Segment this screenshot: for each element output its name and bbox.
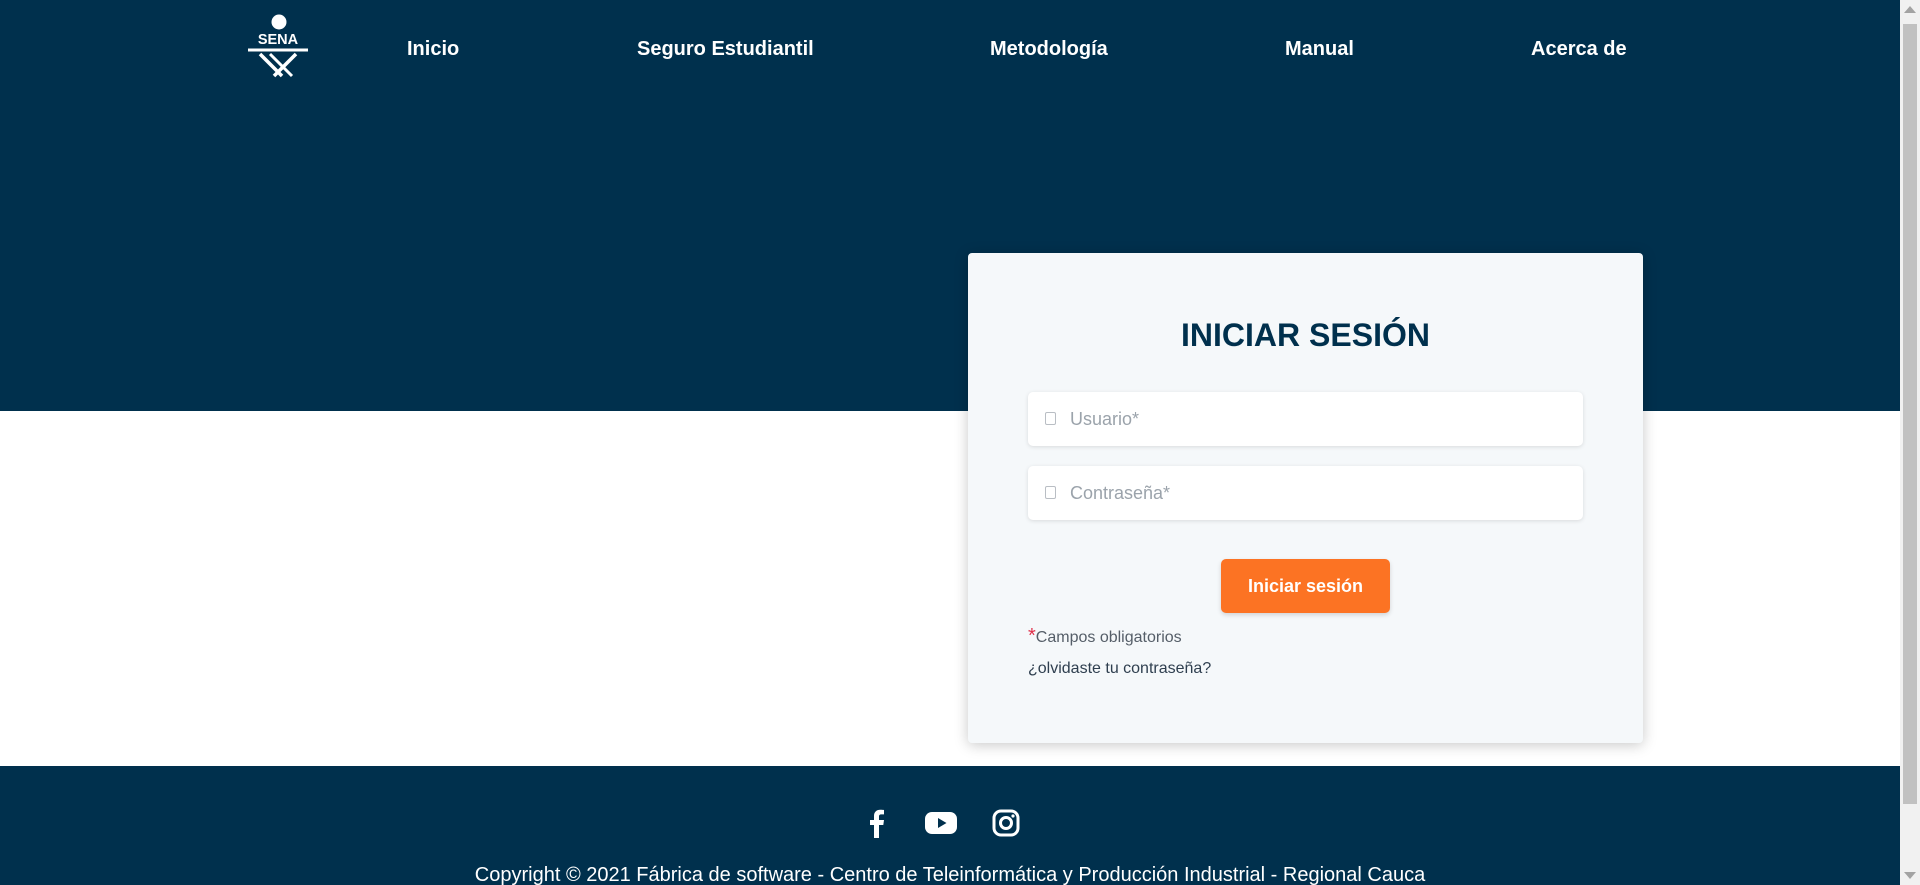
footer: Copyright © 2021 Fábrica de software - C… xyxy=(0,766,1900,885)
scroll-down-arrow-icon[interactable] xyxy=(1904,872,1916,879)
username-field[interactable] xyxy=(1028,392,1583,446)
nav-metodologia[interactable]: Metodología xyxy=(990,38,1108,61)
required-fields-note: *Campos obligatorios xyxy=(1028,625,1182,648)
required-star: * xyxy=(1028,625,1036,647)
nav-acerca-de[interactable]: Acerca de xyxy=(1531,38,1627,61)
login-card: INICIAR SESIÓN Iniciar sesión *Campos ob… xyxy=(968,253,1643,743)
copyright-text: Copyright © 2021 Fábrica de software - C… xyxy=(474,864,1426,885)
sena-logo[interactable]: SENA xyxy=(244,14,312,78)
lock-icon xyxy=(1045,486,1056,499)
instagram-icon[interactable] xyxy=(989,806,1023,840)
nav-seguro-estudiantil[interactable]: Seguro Estudiantil xyxy=(637,38,814,61)
required-fields-text: Campos obligatorios xyxy=(1035,629,1182,646)
password-field[interactable] xyxy=(1028,466,1583,520)
scrollbar[interactable] xyxy=(1900,0,1920,885)
login-title: INICIAR SESIÓN xyxy=(1181,317,1430,353)
scrollbar-thumb[interactable] xyxy=(1903,24,1917,804)
svg-text:SENA: SENA xyxy=(258,32,299,48)
nav-manual[interactable]: Manual xyxy=(1285,38,1354,61)
login-button[interactable]: Iniciar sesión xyxy=(1221,559,1390,613)
top-navbar: SENA Inicio Seguro Estudiantil Metodolog… xyxy=(0,0,1900,100)
password-input[interactable] xyxy=(1070,466,1570,520)
nav-inicio[interactable]: Inicio xyxy=(407,38,459,61)
user-icon xyxy=(1045,412,1056,425)
youtube-icon[interactable] xyxy=(924,806,958,840)
facebook-icon[interactable] xyxy=(859,806,893,840)
username-input[interactable] xyxy=(1070,392,1570,446)
forgot-password-link[interactable]: ¿olvidaste tu contraseña? xyxy=(1028,660,1211,678)
scroll-up-arrow-icon[interactable] xyxy=(1904,6,1916,13)
